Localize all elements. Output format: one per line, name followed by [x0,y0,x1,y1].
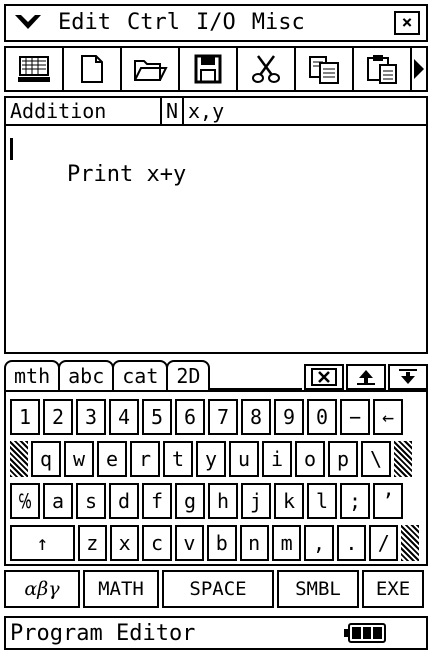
key-p[interactable]: p [328,441,358,477]
key-backslash[interactable]: \ [361,441,391,477]
key-i[interactable]: i [262,441,292,477]
key-t[interactable]: t [163,441,193,477]
program-name-field[interactable]: Addition [6,98,162,124]
cut-icon[interactable] [238,48,296,90]
toolbar [4,46,428,92]
status-bar: Program Editor [4,616,428,650]
new-file-icon[interactable] [64,48,122,90]
key-h[interactable]: h [208,483,238,519]
key-row-edge [394,441,412,477]
key-w[interactable]: w [64,441,94,477]
menu-io[interactable]: I/O [188,6,244,40]
key-row-numbers: 1 2 3 4 5 6 7 8 9 0 − ← [10,398,422,436]
key-g[interactable]: g [175,483,205,519]
app-mode-label: Program Editor [10,620,196,646]
editor-line[interactable]: Print x+y [10,136,418,214]
key-7[interactable]: 7 [208,399,238,435]
save-icon[interactable] [180,48,238,90]
key-row-edge [10,441,28,477]
key-b[interactable]: b [207,525,237,561]
key-apostrophe[interactable]: ’ [373,483,403,519]
function-key-row: αβγ MATH SPACE SMBL EXE [4,570,428,612]
key-5[interactable]: 5 [142,399,172,435]
keyboard-up-icon[interactable] [346,364,386,390]
tab-abc[interactable]: abc [58,360,115,390]
key-d[interactable]: d [109,483,139,519]
close-icon[interactable]: × [394,11,420,35]
key-8[interactable]: 8 [241,399,271,435]
program-editor-area[interactable]: Print x+y [4,126,428,354]
more-arrow-icon[interactable] [412,48,426,90]
key-backspace[interactable]: ← [373,399,403,435]
space-button[interactable]: SPACE [162,570,274,608]
key-n[interactable]: n [239,525,269,561]
paste-icon[interactable] [354,48,412,90]
key-e[interactable]: e [97,441,127,477]
key-row-edge [401,525,420,561]
tab-mth[interactable]: mth [4,360,61,390]
key-0[interactable]: 0 [307,399,337,435]
key-a[interactable]: a [43,483,73,519]
keyboard-down-icon[interactable] [388,364,428,390]
key-q[interactable]: q [31,441,61,477]
battery-icon [344,623,386,643]
key-y[interactable]: y [196,441,226,477]
menu-edit[interactable]: Edit [50,6,119,40]
key-o[interactable]: o [295,441,325,477]
copy-icon[interactable] [296,48,354,90]
menu-ctrl[interactable]: Ctrl [119,6,188,40]
key-shift[interactable]: ↑ [10,525,75,561]
menu-misc[interactable]: Misc [244,6,313,40]
key-f[interactable]: f [142,483,172,519]
key-semicolon[interactable]: ; [340,483,370,519]
keyboard-tabs: mth abc cat 2D [4,360,428,390]
keyboard-close-icon[interactable] [304,364,344,390]
open-folder-icon[interactable] [122,48,180,90]
key-row-qwerty: q w e r t y u i o p \ [10,440,422,478]
key-9[interactable]: 9 [274,399,304,435]
soft-keyboard: 1 2 3 4 5 6 7 8 9 0 − ← q w e r t y u i … [4,390,428,566]
menu-bar: Edit Ctrl I/O Misc × [4,4,428,42]
symbol-button[interactable]: SMBL [277,570,359,608]
key-k[interactable]: k [274,483,304,519]
key-u[interactable]: u [229,441,259,477]
key-l[interactable]: l [307,483,337,519]
program-type-field[interactable]: N [162,98,184,124]
tab-2d[interactable]: 2D [166,360,211,390]
key-1[interactable]: 1 [10,399,40,435]
program-header: Addition N x,y [4,96,428,126]
key-4[interactable]: 4 [109,399,139,435]
key-percent[interactable]: ℅ [10,483,40,519]
key-j[interactable]: j [241,483,271,519]
program-params-field[interactable]: x,y [184,98,426,124]
key-c[interactable]: c [142,525,172,561]
key-2[interactable]: 2 [43,399,73,435]
key-row-asdf: ℅ a s d f g h j k l ; ’ [10,482,422,520]
key-row-zxcv: ↑ z x c v b n m , . / [10,524,422,562]
run-icon[interactable] [6,48,64,90]
key-z[interactable]: z [77,525,107,561]
dropdown-menu-icon[interactable] [6,6,50,40]
key-v[interactable]: v [174,525,205,561]
greek-keyboard-button[interactable]: αβγ [4,570,80,608]
tab-cat[interactable]: cat [112,360,169,390]
key-minus[interactable]: − [340,399,370,435]
math-button[interactable]: MATH [83,570,159,608]
key-period[interactable]: . [336,525,367,561]
key-r[interactable]: r [130,441,160,477]
key-comma[interactable]: , [304,525,334,561]
execute-button[interactable]: EXE [362,570,424,608]
key-m[interactable]: m [271,525,302,561]
key-s[interactable]: s [76,483,106,519]
key-slash[interactable]: / [369,525,399,561]
key-3[interactable]: 3 [76,399,106,435]
key-x[interactable]: x [109,525,140,561]
text-caret [10,138,13,160]
key-6[interactable]: 6 [175,399,205,435]
